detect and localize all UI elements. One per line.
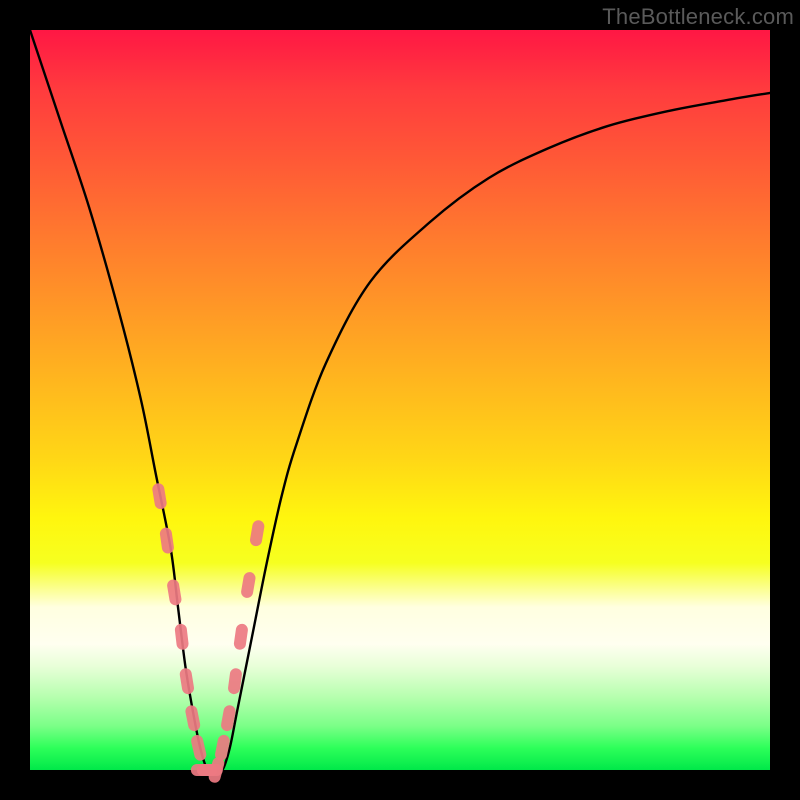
highlight-marker bbox=[184, 704, 201, 732]
highlight-marker bbox=[166, 579, 182, 607]
highlight-marker bbox=[159, 527, 175, 554]
watermark-text: TheBottleneck.com bbox=[602, 4, 794, 30]
marker-layer bbox=[151, 482, 265, 784]
chart-frame: TheBottleneck.com bbox=[0, 0, 800, 800]
chart-svg bbox=[30, 30, 770, 770]
highlight-marker bbox=[240, 571, 256, 599]
highlight-marker bbox=[151, 482, 167, 510]
plot-area bbox=[30, 30, 770, 770]
bottleneck-curve-path bbox=[30, 30, 770, 772]
highlight-marker bbox=[233, 623, 249, 650]
highlight-marker bbox=[179, 667, 195, 695]
highlight-marker bbox=[174, 623, 189, 650]
highlight-marker bbox=[190, 734, 208, 762]
highlight-marker bbox=[249, 519, 265, 547]
curve-layer bbox=[30, 30, 770, 772]
